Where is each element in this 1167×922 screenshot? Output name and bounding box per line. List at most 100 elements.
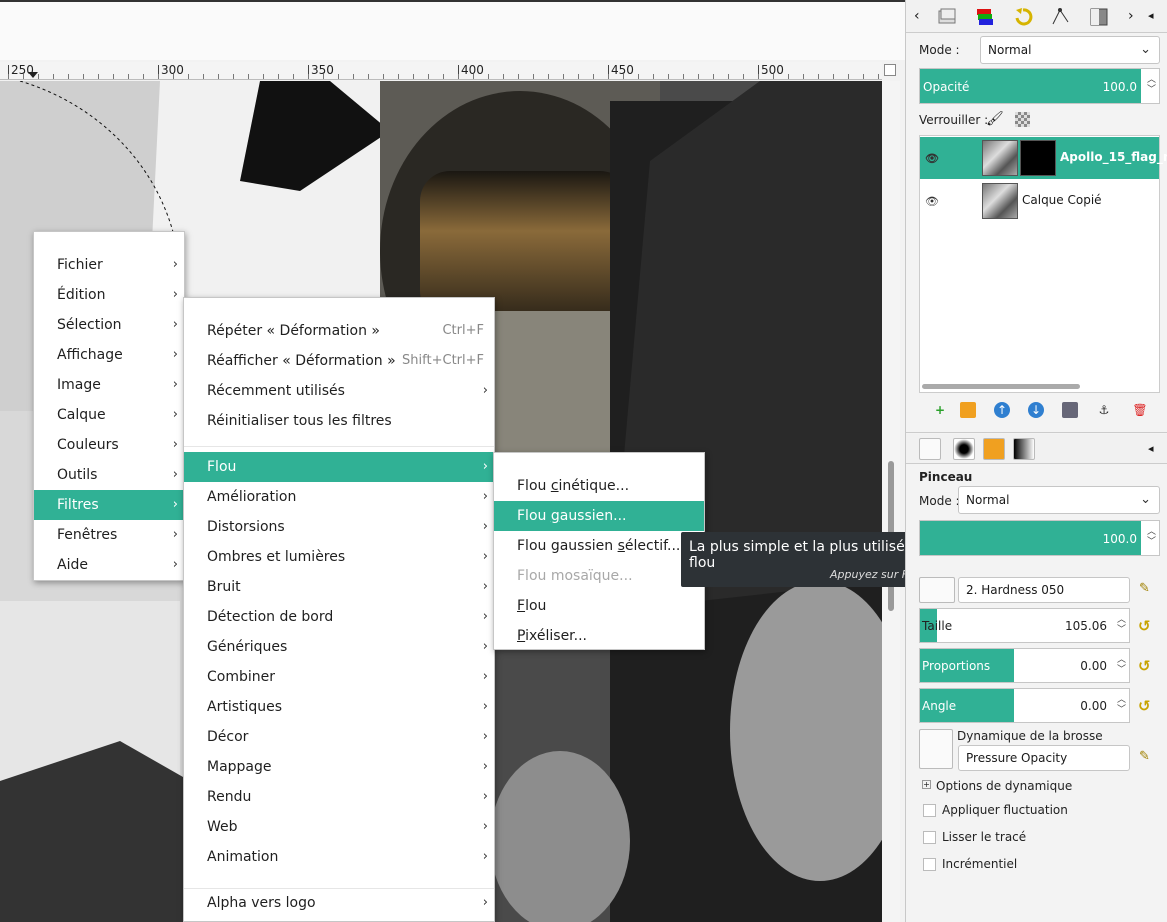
layer-row[interactable]: 👁 Apollo_15_flag_r [920,137,1167,179]
visibility-eye-icon[interactable]: 👁 [925,195,939,208]
reset-angle-icon[interactable]: ↺ [1138,697,1156,715]
blur-item-2[interactable]: Flou gaussien sélectif... [494,531,704,561]
ruler-minor-tick [668,74,669,79]
delete-layer-icon[interactable]: 🗑 [1132,402,1148,418]
menu-item-10[interactable]: Aide › [34,550,184,580]
edit-brush-icon[interactable]: ✎ [1139,581,1150,596]
filters-item-3[interactable]: Réinitialiser tous les filtres [184,406,494,436]
tool-options-tab-icon[interactable] [919,438,941,460]
chevron-right-icon[interactable]: › [1128,8,1134,24]
anchor-layer-icon[interactable]: ⚓ [1096,402,1112,418]
filters-item-0[interactable]: Répéter « Déformation » Ctrl+F [184,316,494,346]
spin-arrows-icon[interactable]: ︿ ﹀ [1147,75,1156,95]
patterns-tab-icon[interactable] [983,438,1005,460]
blur-item-1[interactable]: Flou gaussien... [494,501,704,531]
filters-group-13[interactable]: Animation › [184,842,494,872]
layer-opacity-slider[interactable]: Opacité 100.0 ︿ ﹀ [919,68,1160,104]
brush-select[interactable]: 2. Hardness 050 [958,577,1130,603]
filters-group-12[interactable]: Web › [184,812,494,842]
paths-tab-icon[interactable] [1050,6,1072,28]
blur-item-4[interactable]: Flou [494,591,704,621]
ruler-minor-tick [653,74,654,79]
duplicate-layer-icon[interactable] [1062,402,1078,418]
angle-slider[interactable]: Angle 0.00 ︿ ﹀ [919,688,1130,723]
filters-group-8[interactable]: Artistiques › [184,692,494,722]
ruler-minor-tick [458,74,459,79]
filters-group-3[interactable]: Ombres et lumières › [184,542,494,572]
undo-history-tab-icon[interactable] [1012,6,1034,28]
chevron-left-icon[interactable]: ‹ [914,8,920,24]
panel-menu-icon[interactable]: ◂ [1148,9,1154,22]
incremental-checkbox[interactable] [923,858,936,871]
edit-dynamics-icon[interactable]: ✎ [1139,749,1150,764]
layer-row[interactable]: 👁 Calque Copié [920,180,1159,222]
menu-item-9[interactable]: Fenêtres › [34,520,184,550]
filters-bottom-0[interactable]: Alpha vers logo › [184,888,494,918]
expand-icon[interactable]: + [922,780,931,789]
filters-group-5[interactable]: Détection de bord › [184,602,494,632]
menu-item-0[interactable]: Fichier › [34,250,184,280]
size-slider[interactable]: Taille 105.06 ︿ ﹀ [919,608,1130,643]
menu-item-5[interactable]: Calque › [34,400,184,430]
filters-group-0[interactable]: Flou › [184,452,494,482]
dynamics-options-expander[interactable]: Options de dynamique [936,779,1072,793]
layers-tab-icon[interactable] [936,6,958,28]
reset-ratio-icon[interactable]: ↺ [1138,657,1156,675]
dynamics-preview-icon[interactable] [919,729,953,769]
filters-group-10[interactable]: Mappage › [184,752,494,782]
menu-item-6[interactable]: Couleurs › [34,430,184,460]
spin-arrows-icon[interactable]: ︿ ﹀ [1117,655,1126,675]
filters-group-9[interactable]: Décor › [184,722,494,752]
spin-arrows-icon[interactable]: ︿ ﹀ [1117,615,1126,635]
layer-thumbnail [982,140,1018,176]
menu-item-label: Édition [57,287,106,303]
filters-group-1[interactable]: Amélioration › [184,482,494,512]
blur-item-0[interactable]: Flou cinétique... [494,471,704,501]
menu-item-1[interactable]: Édition › [34,280,184,310]
lock-alpha-icon[interactable] [1015,112,1030,127]
spin-arrows-icon[interactable]: ︿ ﹀ [1147,527,1156,547]
menu-item-3[interactable]: Affichage › [34,340,184,370]
new-group-icon[interactable] [960,402,976,418]
filters-group-6[interactable]: Génériques › [184,632,494,662]
layer-mode-select[interactable]: Normal ⌄ [980,36,1160,64]
filters-group-11[interactable]: Rendu › [184,782,494,812]
brushes-tab-icon[interactable] [953,438,975,460]
filters-item-1[interactable]: Réafficher « Déformation » Shift+Ctrl+F [184,346,494,376]
toolbar-strip [0,0,905,60]
raise-layer-icon[interactable]: ↑ [994,402,1010,418]
spin-arrows-icon[interactable]: ︿ ﹀ [1117,695,1126,715]
gradient-tab-icon[interactable] [1088,6,1110,28]
ratio-slider[interactable]: Proportions 0.00 ︿ ﹀ [919,648,1130,683]
lower-layer-icon[interactable]: ↓ [1028,402,1044,418]
menu-item-4[interactable]: Image › [34,370,184,400]
dynamics-select[interactable]: Pressure Opacity [958,745,1130,771]
panel-menu-icon[interactable]: ◂ [1148,442,1154,455]
canvas-vertical-scrollbar[interactable] [882,81,900,922]
ruler-minor-tick [98,74,99,79]
menu-item-label: Récemment utilisés [207,383,345,399]
apply-jitter-checkbox[interactable] [923,804,936,817]
blur-item-3[interactable]: Flou mosaïque... [494,561,704,591]
brush-preview[interactable] [919,577,955,603]
menu-item-2[interactable]: Sélection › [34,310,184,340]
filters-group-7[interactable]: Combiner › [184,662,494,692]
navigate-icon[interactable] [884,64,896,76]
filters-group-2[interactable]: Distorsions › [184,512,494,542]
filters-item-2[interactable]: Récemment utilisés › [184,376,494,406]
lock-pixels-icon[interactable]: 🖌 [986,111,1004,127]
visibility-eye-icon[interactable]: 👁 [925,152,939,165]
channels-tab-icon[interactable] [974,6,996,28]
menu-item-8[interactable]: Filtres › [34,490,184,520]
tool-mode-select[interactable]: Normal ⌄ [958,486,1160,514]
tool-opacity-slider[interactable]: 100.0 ︿ ﹀ [919,520,1160,556]
blur-item-5[interactable]: Pixéliser... [494,621,704,651]
gradients-tab-icon[interactable] [1013,438,1035,460]
ruler-minor-tick [23,74,24,79]
reset-size-icon[interactable]: ↺ [1138,617,1156,635]
new-layer-icon[interactable]: + [932,402,948,418]
layers-hscroll-thumb[interactable] [922,384,1080,389]
smooth-stroke-checkbox[interactable] [923,831,936,844]
menu-item-7[interactable]: Outils › [34,460,184,490]
filters-group-4[interactable]: Bruit › [184,572,494,602]
